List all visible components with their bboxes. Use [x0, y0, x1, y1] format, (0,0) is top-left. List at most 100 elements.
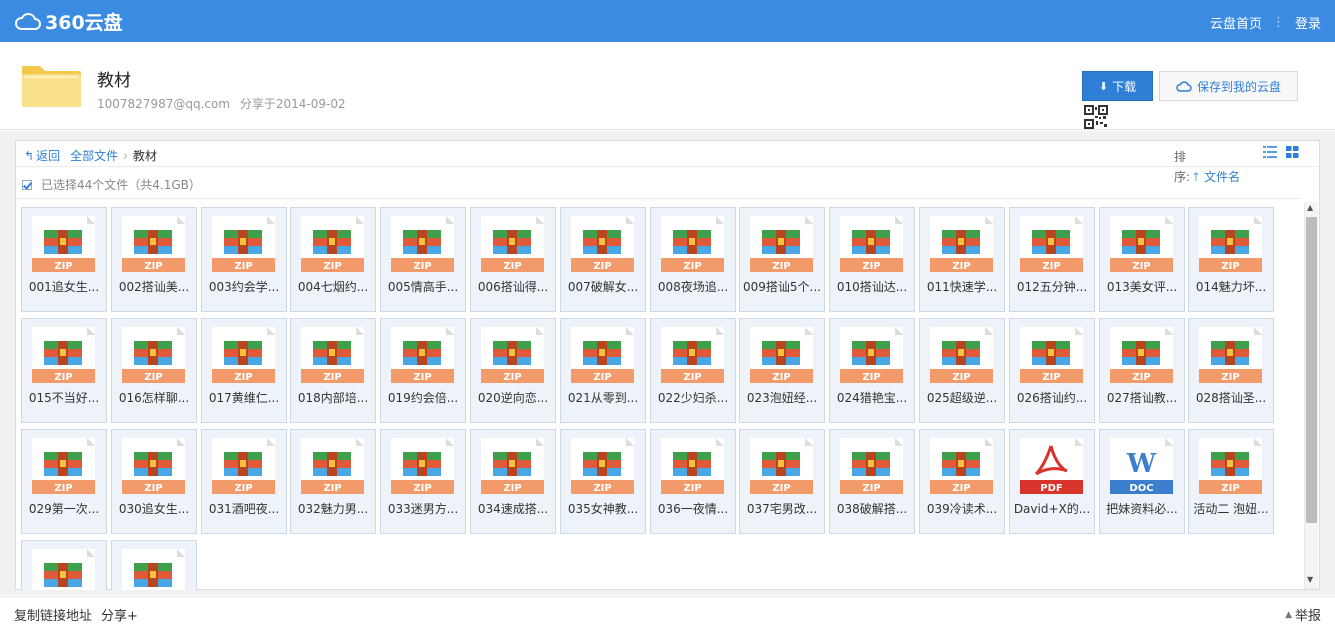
cloud-home-link[interactable]: 云盘首页 — [1210, 13, 1262, 32]
file-tile[interactable]: ZIP 036一夜情... — [650, 429, 736, 534]
file-tile[interactable]: ZIP 023泡妞经... — [739, 318, 825, 423]
file-tile[interactable]: ZIP 001追女生... — [21, 207, 107, 312]
grid-view-icon[interactable] — [1286, 146, 1299, 158]
zip-file-icon: ZIP — [301, 216, 364, 272]
file-tile[interactable]: ZIP 004七烟约... — [290, 207, 376, 312]
file-tile[interactable]: ZIP 021从零到... — [560, 318, 646, 423]
share-button[interactable]: 分享+ — [101, 605, 138, 624]
file-tile[interactable]: ZIP 007破解女... — [560, 207, 646, 312]
file-name: 016怎样聊... — [118, 391, 190, 405]
file-tile[interactable]: ZIP 010搭讪达... — [829, 207, 915, 312]
svg-text:ZIP: ZIP — [234, 372, 252, 383]
file-tile[interactable]: ZIP 011快速学... — [919, 207, 1005, 312]
file-name: 035女神教... — [567, 502, 639, 516]
file-tile[interactable]: ZIP 015不当好... — [21, 318, 107, 423]
file-tile[interactable]: ZIP 025超级逆... — [919, 318, 1005, 423]
svg-text:ZIP: ZIP — [683, 261, 701, 272]
svg-text:ZIP: ZIP — [593, 372, 611, 383]
select-all-checkbox[interactable] — [22, 179, 32, 190]
file-tile[interactable]: ZIP 013美女评... — [1099, 207, 1185, 312]
top-bar: 360云盘 云盘首页 ⋮ 登录 — [0, 0, 1335, 42]
file-tile[interactable]: ZIP — [111, 540, 197, 590]
copy-link-button[interactable]: 复制链接地址 — [14, 605, 92, 624]
sort-control[interactable]: 排序:↑ 文件名 — [1174, 147, 1254, 187]
download-button[interactable]: ⬇ 下载 — [1082, 71, 1153, 101]
file-name: 把妹资料必... — [1106, 502, 1178, 516]
save-to-cloud-button[interactable]: 保存到我的云盘 — [1159, 71, 1298, 101]
scroll-down-icon[interactable]: ▼ — [1307, 575, 1313, 584]
file-name: 038破解搭... — [836, 502, 908, 516]
list-view-icon[interactable] — [1263, 146, 1277, 158]
svg-text:ZIP: ZIP — [503, 483, 521, 494]
file-tile[interactable]: ZIP 017黄维仁... — [201, 318, 287, 423]
file-tile[interactable]: PDF David+X的... — [1009, 429, 1095, 534]
file-tile[interactable]: ZIP 026搭讪约... — [1009, 318, 1095, 423]
file-tile[interactable]: ZIP 024猎艳宝... — [829, 318, 915, 423]
report-icon: ▲ — [1285, 609, 1292, 620]
all-files-link[interactable]: 全部文件 — [70, 147, 118, 164]
file-tile[interactable]: ZIP 活动二 泡妞... — [1188, 429, 1274, 534]
file-tile[interactable]: ZIP 037宅男改... — [739, 429, 825, 534]
svg-text:ZIP: ZIP — [144, 483, 162, 494]
file-name: 008夜场追... — [657, 280, 729, 294]
zip-file-icon: ZIP — [571, 438, 634, 494]
file-name: David+X的... — [1013, 502, 1091, 516]
file-tile[interactable]: ZIP 022少妇杀... — [650, 318, 736, 423]
file-tile[interactable]: ZIP 016怎样聊... — [111, 318, 197, 423]
file-tile[interactable]: ZIP 027搭讪教... — [1099, 318, 1185, 423]
file-tile[interactable]: ZIP 032魅力男... — [290, 429, 376, 534]
file-name: 027搭讪教... — [1106, 391, 1178, 405]
selection-row: 已选择44个文件（共4.1GB） — [22, 176, 201, 193]
file-tile[interactable]: ZIP 033迷男方... — [380, 429, 466, 534]
file-tile[interactable]: W DOC 把妹资料必... — [1099, 429, 1185, 534]
scrollbar-thumb[interactable] — [1306, 217, 1317, 523]
file-tile[interactable]: ZIP 031酒吧夜... — [201, 429, 287, 534]
file-tile[interactable]: ZIP 019约会倍... — [380, 318, 466, 423]
footer: 复制链接地址 分享+ ▲ 举报 — [0, 596, 1335, 625]
svg-text:ZIP: ZIP — [144, 261, 162, 272]
logo[interactable]: 360云盘 — [14, 8, 123, 34]
back-link[interactable]: 返回 — [36, 147, 60, 164]
file-tile[interactable]: ZIP 014魅力坏... — [1188, 207, 1274, 312]
file-name: 037宅男改... — [746, 502, 818, 516]
svg-text:ZIP: ZIP — [772, 261, 790, 272]
file-tile[interactable]: ZIP 020逆向恋... — [470, 318, 556, 423]
file-tile[interactable]: ZIP 005情高手... — [380, 207, 466, 312]
svg-text:ZIP: ZIP — [862, 483, 880, 494]
login-link[interactable]: 登录 — [1295, 13, 1321, 32]
file-name: 028搭讪圣... — [1195, 391, 1267, 405]
file-tile[interactable]: ZIP 038破解搭... — [829, 429, 915, 534]
svg-text:ZIP: ZIP — [503, 261, 521, 272]
svg-text:ZIP: ZIP — [952, 372, 970, 383]
qr-code-icon[interactable] — [1084, 105, 1108, 129]
file-tile[interactable]: ZIP 035女神教... — [560, 429, 646, 534]
folder-icon — [22, 66, 81, 107]
file-tile[interactable]: ZIP 002搭讪美... — [111, 207, 197, 312]
zip-file-icon: ZIP — [481, 216, 544, 272]
file-tile[interactable]: ZIP 028搭讪圣... — [1188, 318, 1274, 423]
file-tile[interactable]: ZIP — [21, 540, 107, 590]
svg-text:ZIP: ZIP — [413, 372, 431, 383]
file-tile[interactable]: ZIP 034速成搭... — [470, 429, 556, 534]
file-name: 001追女生... — [28, 280, 100, 294]
scroll-up-icon[interactable]: ▲ — [1307, 203, 1313, 212]
file-tile[interactable]: ZIP 018内部培... — [290, 318, 376, 423]
file-tile[interactable]: ZIP 029第一次... — [21, 429, 107, 534]
share-header: 教材 1007827987@qq.com 分享于2014-09-02 ⬇ 下载 … — [0, 42, 1335, 130]
sort-asc-icon: ↑ — [1191, 170, 1202, 184]
file-tile[interactable]: ZIP 003约会学... — [201, 207, 287, 312]
file-tile[interactable]: ZIP 030追女生... — [111, 429, 197, 534]
file-tile[interactable]: ZIP 006搭讪得... — [470, 207, 556, 312]
file-tile[interactable]: ZIP 039冷读术... — [919, 429, 1005, 534]
download-arrow-icon: ⬇ — [1098, 79, 1109, 93]
svg-text:ZIP: ZIP — [772, 372, 790, 383]
sort-field[interactable]: 文件名 — [1204, 170, 1240, 184]
file-name: 004七烟约... — [297, 280, 369, 294]
file-tile[interactable]: ZIP 012五分钟... — [1009, 207, 1095, 312]
file-name: 022少妇杀... — [657, 391, 729, 405]
breadcrumb-separator: › — [123, 148, 128, 163]
file-tile[interactable]: ZIP 009搭讪5个... — [739, 207, 825, 312]
report-button[interactable]: ▲ 举报 — [1285, 605, 1321, 624]
file-tile[interactable]: ZIP 008夜场追... — [650, 207, 736, 312]
back-arrow-icon[interactable]: ↰ — [24, 149, 34, 163]
